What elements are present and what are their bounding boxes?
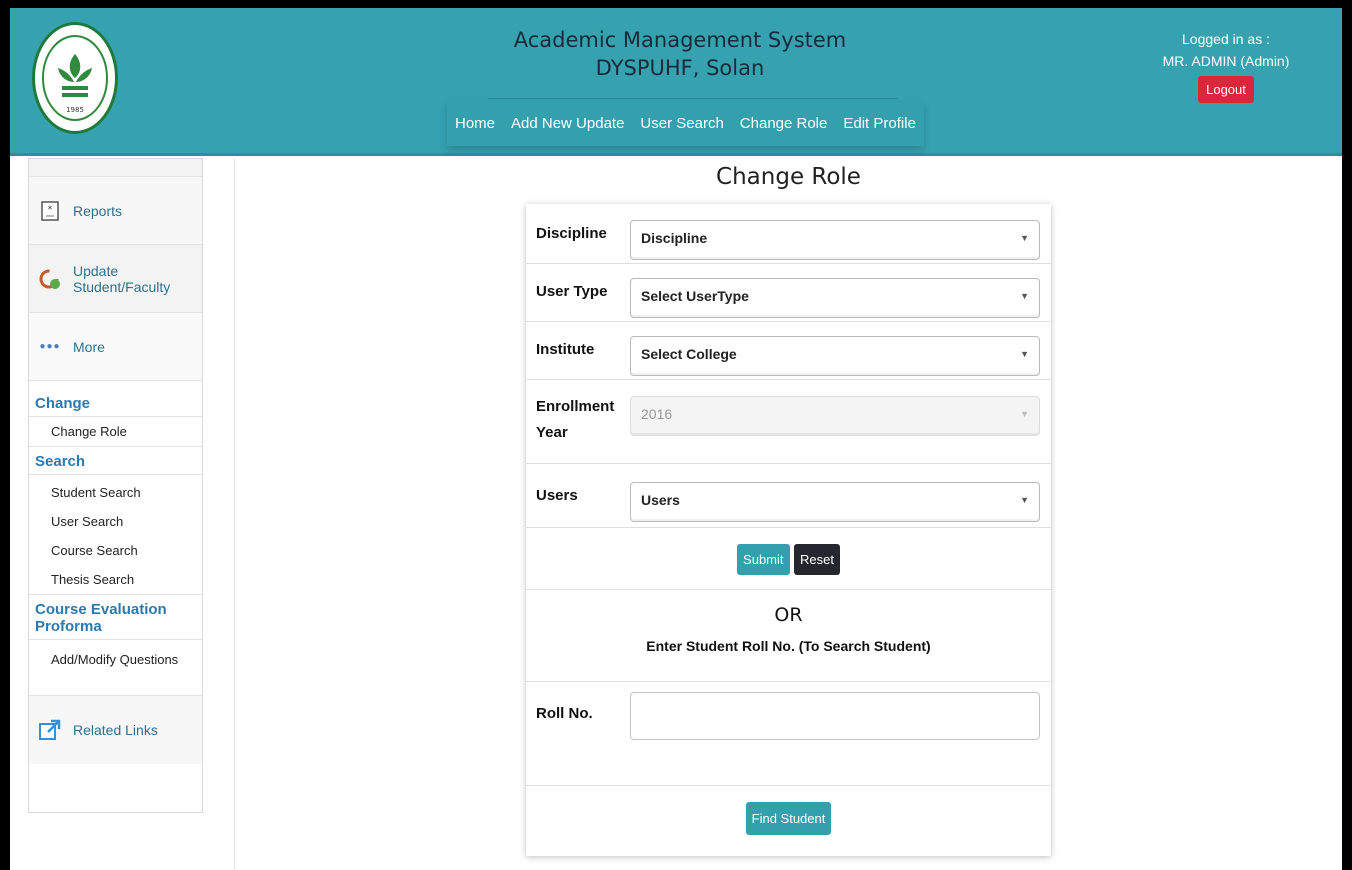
chevron-down-icon: ▼ xyxy=(1020,291,1029,301)
nav-change-role[interactable]: Change Role xyxy=(732,102,836,146)
login-info: Logged in as : MR. ADMIN (Admin) Logout xyxy=(1146,28,1306,103)
sidebar-item-label: More xyxy=(73,338,105,355)
select-value: 2016 xyxy=(641,406,673,422)
svg-text:*: * xyxy=(48,205,53,215)
sidebar-section-course-evaluation: Course Evaluation Proforma Add/Modify Qu… xyxy=(29,594,202,696)
or-label: OR xyxy=(774,604,803,626)
page-title: Change Role xyxy=(716,164,861,190)
sidebar-link-thesis-search[interactable]: Thesis Search xyxy=(29,565,202,594)
sidebar-item-reports[interactable]: * Reports xyxy=(29,177,202,245)
user-type-select[interactable]: Select UserType ▼ xyxy=(630,278,1040,318)
field-row-roll-no: Roll No. xyxy=(526,682,1051,786)
university-logo: 1985 xyxy=(32,22,118,134)
discipline-select[interactable]: Discipline ▼ xyxy=(630,220,1040,260)
sidebar-section-change: Change Change Role xyxy=(29,381,202,446)
roll-no-input[interactable] xyxy=(630,692,1040,740)
sidebar-section-search: Search Student Search User Search Course… xyxy=(29,446,202,594)
form-actions: Submit Reset xyxy=(526,528,1051,590)
select-value: Users xyxy=(641,492,680,508)
sidebar-item-more[interactable]: ●●● More xyxy=(29,313,202,381)
sidebar-item-update-student-faculty[interactable]: Update Student/Faculty xyxy=(29,245,202,313)
sidebar-link-add-modify-questions[interactable]: Add/Modify Questions xyxy=(29,640,202,696)
external-link-icon xyxy=(39,719,61,741)
field-label: Discipline xyxy=(536,225,607,242)
sidebar-link-course-search[interactable]: Course Search xyxy=(29,536,202,565)
field-row-enrollment-year: Enrollment Year 2016 ▼ xyxy=(526,380,1051,464)
tree-emblem-icon: 1985 xyxy=(42,35,108,121)
section-heading: Change xyxy=(29,381,202,417)
nav-user-search[interactable]: User Search xyxy=(632,102,731,146)
sidebar-top-spacer xyxy=(29,159,202,177)
find-actions: Find Student xyxy=(526,786,1051,856)
logout-button[interactable]: Logout xyxy=(1198,76,1254,103)
change-role-form: Discipline Discipline ▼ User Type Select… xyxy=(526,204,1051,856)
enrollment-year-select[interactable]: 2016 ▼ xyxy=(630,396,1040,436)
sidebar-item-related-links[interactable]: Related Links xyxy=(29,696,202,764)
title-divider xyxy=(488,98,898,99)
submit-button[interactable]: Submit xyxy=(737,544,790,575)
sidebar-item-label: Related Links xyxy=(73,722,158,738)
nav-home[interactable]: Home xyxy=(447,102,503,146)
main-nav: Home Add New Update User Search Change R… xyxy=(447,102,924,146)
chevron-down-icon: ▼ xyxy=(1020,233,1029,243)
field-row-user-type: User Type Select UserType ▼ xyxy=(526,264,1051,322)
select-value: Select UserType xyxy=(641,288,749,304)
sidebar: * Reports Update Student/Faculty ●●● Mor… xyxy=(28,158,203,813)
svg-text:1985: 1985 xyxy=(66,106,84,114)
more-icon: ●●● xyxy=(39,341,61,352)
field-label: Enrollment Year xyxy=(536,398,615,441)
field-label: Users xyxy=(536,487,578,504)
nav-add-new-update[interactable]: Add New Update xyxy=(503,102,632,146)
content-divider xyxy=(234,158,235,870)
sidebar-item-label: Reports xyxy=(73,202,123,219)
sidebar-link-user-search[interactable]: User Search xyxy=(29,507,202,536)
section-heading: Course Evaluation Proforma xyxy=(29,594,202,640)
section-heading: Search xyxy=(29,446,202,475)
app-title-line1: Academic Management System xyxy=(513,28,847,52)
institute-select[interactable]: Select College ▼ xyxy=(630,336,1040,376)
find-student-button[interactable]: Find Student xyxy=(745,802,832,835)
user-name: MR. ADMIN (Admin) xyxy=(1162,53,1290,69)
reset-button[interactable]: Reset xyxy=(793,544,840,575)
or-divider-block: OR Enter Student Roll No. (To Search Stu… xyxy=(526,590,1051,682)
report-icon: * xyxy=(39,200,61,222)
select-value: Discipline xyxy=(641,230,708,246)
select-value: Select College xyxy=(641,346,737,362)
header-bar: 1985 Academic Management System DYSPUHF,… xyxy=(10,8,1342,156)
field-row-institute: Institute Select College ▼ xyxy=(526,322,1051,380)
chevron-down-icon: ▼ xyxy=(1020,495,1029,505)
refresh-icon xyxy=(39,268,61,290)
browser-frame: 1985 Academic Management System DYSPUHF,… xyxy=(10,8,1342,870)
field-row-users: Users Users ▼ xyxy=(526,464,1051,528)
nav-edit-profile[interactable]: Edit Profile xyxy=(835,102,924,146)
sidebar-link-student-search[interactable]: Student Search xyxy=(29,475,202,507)
sidebar-item-label: Update Student/Faculty xyxy=(73,262,171,295)
field-row-discipline: Discipline Discipline ▼ xyxy=(526,204,1051,264)
field-label: Institute xyxy=(536,341,595,358)
search-hint: Enter Student Roll No. (To Search Studen… xyxy=(646,638,931,654)
logged-in-label: Logged in as : xyxy=(1182,31,1270,47)
app-title: Academic Management System DYSPUHF, Sola… xyxy=(480,26,880,82)
users-select[interactable]: Users ▼ xyxy=(630,482,1040,522)
field-label: Roll No. xyxy=(536,705,593,722)
app-title-line2: DYSPUHF, Solan xyxy=(595,56,765,80)
field-label: User Type xyxy=(536,283,608,300)
chevron-down-icon: ▼ xyxy=(1020,409,1029,419)
sidebar-link-change-role[interactable]: Change Role xyxy=(29,417,202,446)
chevron-down-icon: ▼ xyxy=(1020,349,1029,359)
